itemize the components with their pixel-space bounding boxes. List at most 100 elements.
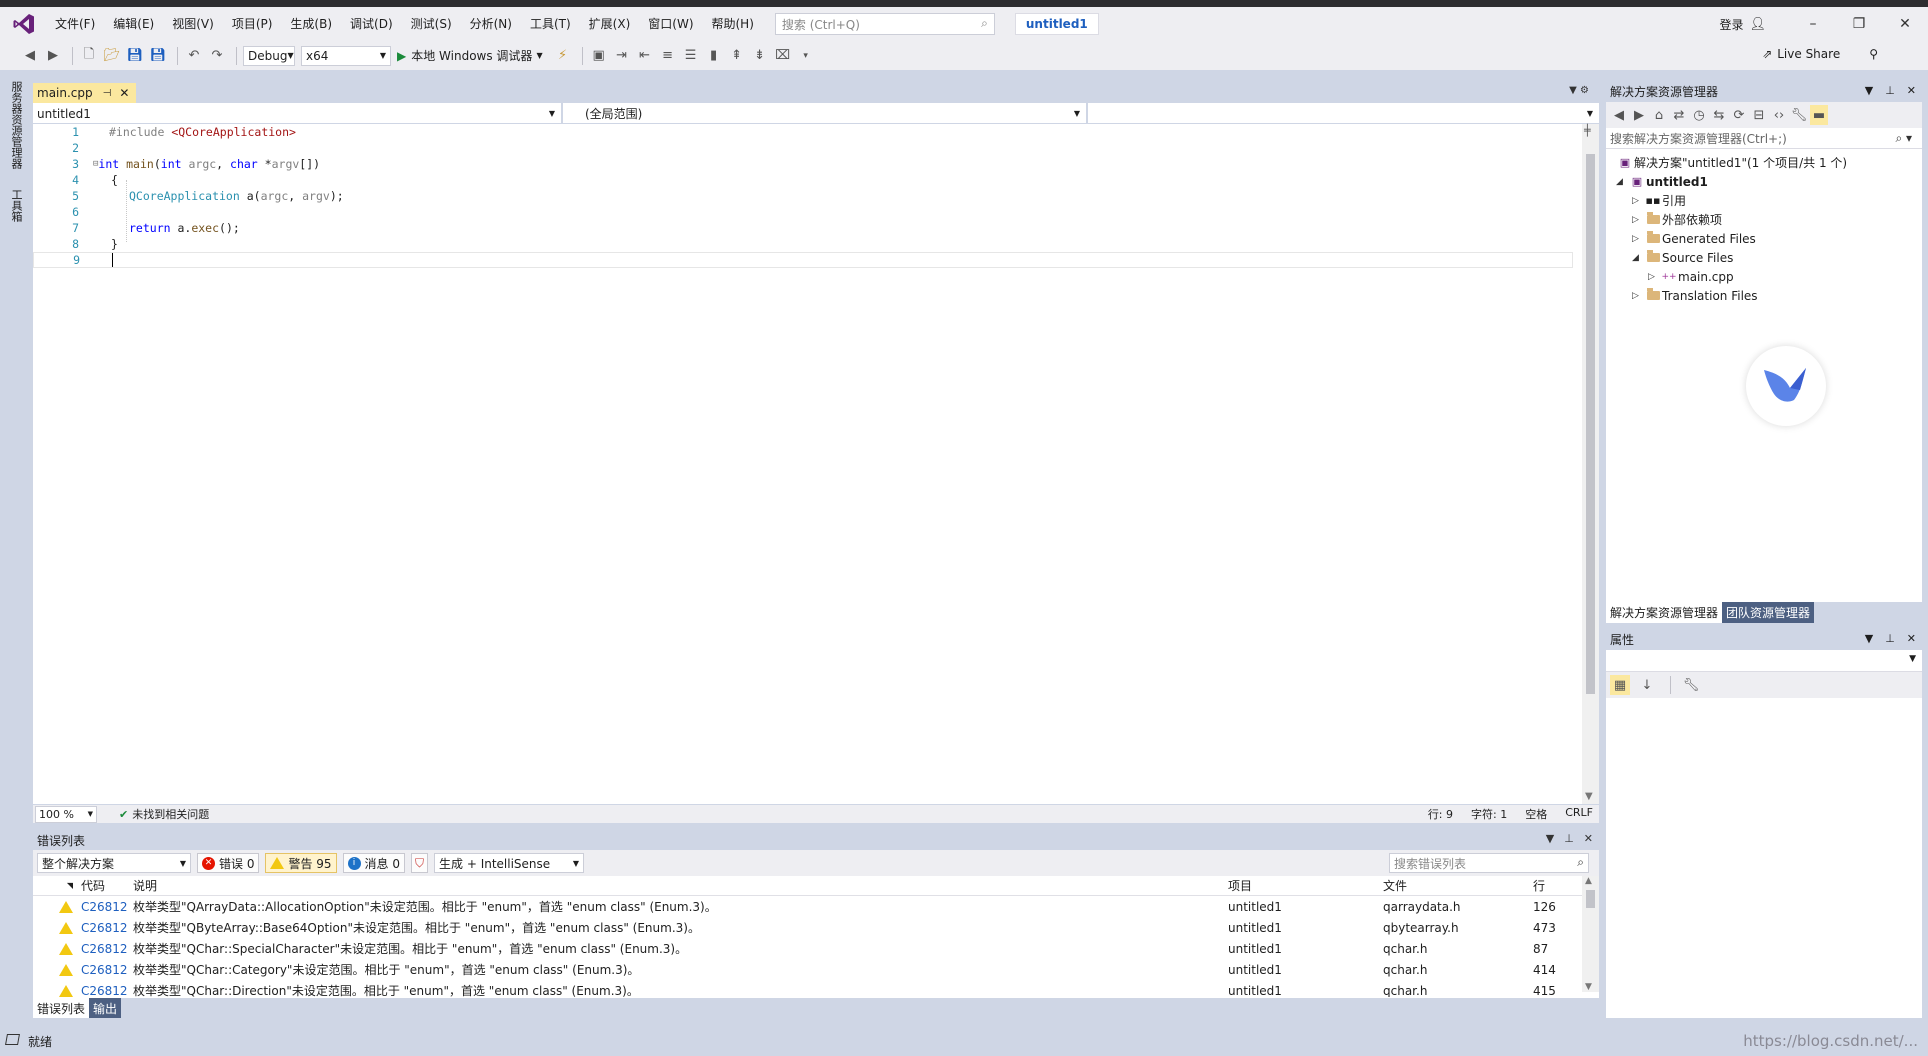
tab-error-list[interactable]: 错误列表: [33, 998, 90, 1018]
properties-wrench-icon[interactable]: 🔧︎: [1790, 105, 1808, 125]
error-row[interactable]: C26812 枚举类型"QChar::Category"未设定范围。相比于 "en…: [33, 959, 1582, 980]
column-header-file[interactable]: 文件: [1383, 877, 1533, 894]
start-debugger-button[interactable]: ▶ 本地 Windows 调试器 ▼: [397, 47, 543, 64]
collapsed-arrow-icon[interactable]: ▷: [1632, 291, 1644, 301]
editor-vertical-scrollbar[interactable]: ╪ ▼: [1582, 124, 1599, 804]
server-explorer-tab[interactable]: 服务器资源管理器: [8, 81, 24, 169]
redo-icon[interactable]: ↷: [207, 46, 227, 66]
uncomment-icon[interactable]: ☰: [681, 46, 701, 66]
pin-icon[interactable]: ⊥: [1885, 632, 1895, 645]
close-icon[interactable]: ✕: [119, 86, 129, 100]
sort-icon[interactable]: ◥: [33, 881, 81, 890]
zoom-select[interactable]: 100 % ▼: [35, 805, 97, 823]
menu-item[interactable]: 编辑(E): [104, 7, 163, 41]
menu-item[interactable]: 生成(B): [281, 7, 341, 41]
scroll-up-icon[interactable]: ▲: [1585, 876, 1592, 886]
build-filter-select[interactable]: 生成 + IntelliSense ▼: [434, 853, 585, 873]
preview-icon[interactable]: ▬: [1810, 105, 1828, 125]
tree-item-generated-files[interactable]: ▷ Generated Files: [1606, 229, 1922, 248]
chevron-down-icon[interactable]: ▼: [1546, 832, 1554, 845]
errors-filter-button[interactable]: ✕ 错误 0: [197, 853, 260, 873]
tree-item-main-cpp[interactable]: ▷ ++ main.cpp: [1606, 267, 1922, 286]
close-icon[interactable]: ✕: [1584, 832, 1593, 845]
error-row[interactable]: C26812 枚举类型"QByteArray::Base64Option"未设定范…: [33, 917, 1582, 938]
warnings-filter-button[interactable]: 警告 95: [265, 853, 337, 873]
restore-button[interactable]: ❐: [1836, 16, 1882, 32]
feedback-icon[interactable]: ⚲: [1869, 47, 1878, 61]
close-icon[interactable]: ✕: [1907, 632, 1916, 645]
tab-team-explorer[interactable]: 团队资源管理器: [1722, 602, 1815, 623]
bookmark-icon[interactable]: ▮: [704, 46, 724, 66]
menu-item[interactable]: 窗口(W): [639, 7, 702, 41]
indent-icon[interactable]: ⇤: [635, 46, 655, 66]
chevron-down-icon[interactable]: ▼: [1865, 632, 1873, 645]
whitespace-indicator[interactable]: 空格: [1525, 806, 1547, 822]
menu-item[interactable]: 调试(D): [341, 7, 402, 41]
close-window-button[interactable]: ✕: [1882, 16, 1928, 32]
solution-search-input[interactable]: 搜索解决方案资源管理器(Ctrl+;) ⌕ ▾: [1606, 128, 1922, 149]
messages-filter-button[interactable]: i 消息 0: [342, 853, 405, 873]
split-window-icon[interactable]: ╪: [1584, 124, 1597, 137]
nav-scope-select[interactable]: (全局范围) ▼: [563, 103, 1088, 124]
login-link[interactable]: 登录: [1719, 16, 1743, 33]
error-code-link[interactable]: C26812: [81, 963, 133, 977]
error-code-link[interactable]: C26812: [81, 942, 133, 956]
code-view-icon[interactable]: ‹›: [1770, 105, 1788, 125]
configuration-select[interactable]: Debug ▼: [243, 45, 295, 66]
code-editor[interactable]: 1 #include <QCoreApplication> 2 3 ⊟ int …: [33, 124, 1582, 804]
minimize-button[interactable]: –: [1790, 16, 1836, 32]
home-icon[interactable]: ⌂: [1650, 105, 1668, 125]
tree-item-external-deps[interactable]: ▷ 外部依赖项: [1606, 210, 1922, 229]
tab-output[interactable]: 输出: [89, 998, 122, 1018]
bookmark-prev-icon[interactable]: ⇞: [727, 46, 747, 66]
back-icon[interactable]: ◀: [1610, 105, 1628, 125]
menu-item[interactable]: 帮助(H): [703, 7, 763, 41]
bookmark-clear-icon[interactable]: ⌧: [773, 46, 793, 66]
nav-member-select[interactable]: ▼: [1088, 103, 1599, 124]
history-icon[interactable]: ◷: [1690, 105, 1708, 125]
tab-list-icon[interactable]: ▼ ⚙: [1569, 85, 1589, 96]
menu-item[interactable]: 项目(P): [223, 7, 282, 41]
platform-select[interactable]: x64 ▼: [301, 45, 391, 66]
collapse-all-icon[interactable]: ⊟: [1750, 105, 1768, 125]
collapsed-arrow-icon[interactable]: ▷: [1632, 215, 1644, 225]
close-icon[interactable]: ✕: [1907, 84, 1916, 97]
column-header-project[interactable]: 项目: [1228, 877, 1383, 894]
live-share-button[interactable]: ⇗ Live Share ⚲: [1762, 47, 1878, 61]
expanded-arrow-icon[interactable]: ◢: [1632, 253, 1644, 263]
hot-reload-icon[interactable]: ⚡︎: [553, 46, 573, 66]
sync-icon[interactable]: ⇆: [1710, 105, 1728, 125]
switch-views-icon[interactable]: ⇄: [1670, 105, 1688, 125]
error-row[interactable]: C26812 枚举类型"QArrayData::AllocationOption"…: [33, 896, 1582, 917]
menu-item[interactable]: 分析(N): [461, 7, 521, 41]
menu-item[interactable]: 视图(V): [163, 7, 223, 41]
tree-item-source-files[interactable]: ◢ Source Files: [1606, 248, 1922, 267]
tab-solution-explorer[interactable]: 解决方案资源管理器: [1606, 602, 1723, 623]
step-icon[interactable]: ⇥: [612, 46, 632, 66]
property-pages-icon[interactable]: 🔧︎: [1681, 675, 1701, 695]
screenshot-icon[interactable]: ▣: [589, 46, 609, 66]
error-row[interactable]: C26812 枚举类型"QChar::SpecialCharacter"未设定范围…: [33, 938, 1582, 959]
bookmark-next-icon[interactable]: ⇟: [750, 46, 770, 66]
error-code-link[interactable]: C26812: [81, 921, 133, 935]
pin-icon[interactable]: ⊣: [103, 88, 112, 99]
tree-item-project[interactable]: ◢ ▣ untitled1: [1606, 172, 1922, 191]
toolbar-overflow-icon[interactable]: ▾: [796, 46, 816, 66]
column-header-desc[interactable]: 说明: [133, 877, 1228, 894]
issues-indicator[interactable]: ✔ 未找到相关问题: [119, 806, 209, 822]
menu-item[interactable]: 工具(T): [521, 7, 580, 41]
collapsed-arrow-icon[interactable]: ▷: [1632, 234, 1644, 244]
back-icon[interactable]: ◀: [20, 46, 40, 66]
error-row[interactable]: C26812 枚举类型"QChar::Direction"未设定范围。相比于 "e…: [33, 980, 1582, 997]
properties-object-select[interactable]: ▼: [1606, 650, 1922, 672]
tab-main-cpp[interactable]: main.cpp ⊣ ✕: [33, 83, 136, 103]
tree-item-solution[interactable]: ▣ 解决方案"untitled1"(1 个项目/共 1 个): [1606, 153, 1922, 172]
nav-project-select[interactable]: untitled1 ▼: [33, 103, 563, 124]
error-code-link[interactable]: C26812: [81, 984, 133, 998]
alphabetical-icon[interactable]: ↓: [1637, 675, 1657, 695]
forward-icon[interactable]: ▶: [1630, 105, 1648, 125]
search-input[interactable]: 搜索 (Ctrl+Q) ⌕: [774, 13, 995, 35]
menu-item[interactable]: 扩展(X): [580, 7, 640, 41]
scrollbar-thumb[interactable]: [1586, 890, 1595, 908]
scope-select[interactable]: 整个解决方案 ▼: [37, 853, 191, 873]
